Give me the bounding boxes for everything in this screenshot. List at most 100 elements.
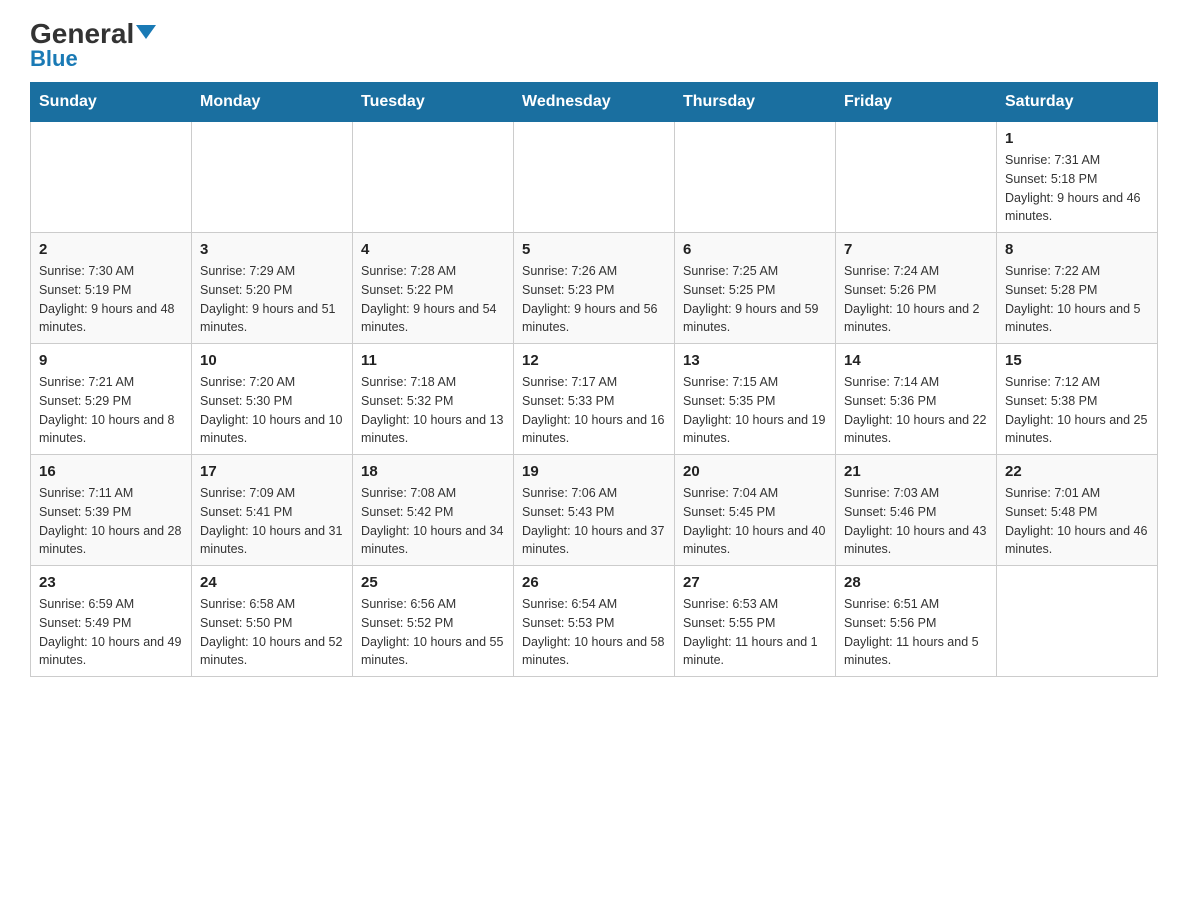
day-info-text: Sunrise: 7:25 AMSunset: 5:25 PMDaylight:… bbox=[683, 262, 827, 337]
day-info-text: Sunrise: 7:14 AMSunset: 5:36 PMDaylight:… bbox=[844, 373, 988, 448]
calendar-cell bbox=[514, 122, 675, 233]
day-info-text: Sunrise: 7:18 AMSunset: 5:32 PMDaylight:… bbox=[361, 373, 505, 448]
calendar-cell: 12 Sunrise: 7:17 AMSunset: 5:33 PMDayligh… bbox=[514, 344, 675, 455]
day-number: 15 bbox=[1005, 352, 1149, 369]
day-number: 22 bbox=[1005, 463, 1149, 480]
calendar-cell: 23 Sunrise: 6:59 AMSunset: 5:49 PMDayligh… bbox=[31, 566, 192, 677]
calendar-cell: 14 Sunrise: 7:14 AMSunset: 5:36 PMDayligh… bbox=[836, 344, 997, 455]
day-number: 28 bbox=[844, 574, 988, 591]
logo-general-text: General bbox=[30, 20, 156, 48]
day-number: 2 bbox=[39, 241, 183, 258]
calendar-cell bbox=[836, 122, 997, 233]
day-info-text: Sunrise: 7:24 AMSunset: 5:26 PMDaylight:… bbox=[844, 262, 988, 337]
logo: General Blue bbox=[30, 20, 156, 72]
day-info-text: Sunrise: 7:01 AMSunset: 5:48 PMDaylight:… bbox=[1005, 484, 1149, 559]
col-header-monday: Monday bbox=[192, 83, 353, 122]
day-number: 7 bbox=[844, 241, 988, 258]
day-number: 24 bbox=[200, 574, 344, 591]
day-number: 4 bbox=[361, 241, 505, 258]
calendar-cell: 22 Sunrise: 7:01 AMSunset: 5:48 PMDayligh… bbox=[997, 455, 1158, 566]
day-info-text: Sunrise: 6:58 AMSunset: 5:50 PMDaylight:… bbox=[200, 595, 344, 670]
day-info-text: Sunrise: 7:21 AMSunset: 5:29 PMDaylight:… bbox=[39, 373, 183, 448]
page-header: General Blue bbox=[30, 20, 1158, 72]
day-number: 19 bbox=[522, 463, 666, 480]
calendar-cell: 28 Sunrise: 6:51 AMSunset: 5:56 PMDayligh… bbox=[836, 566, 997, 677]
calendar-cell: 7 Sunrise: 7:24 AMSunset: 5:26 PMDaylight… bbox=[836, 233, 997, 344]
col-header-friday: Friday bbox=[836, 83, 997, 122]
day-number: 21 bbox=[844, 463, 988, 480]
logo-blue-text: Blue bbox=[30, 46, 78, 72]
calendar-cell: 10Sunrise: 7:20 AMSunset: 5:30 PMDayligh… bbox=[192, 344, 353, 455]
calendar-cell bbox=[353, 122, 514, 233]
logo-triangle-icon bbox=[136, 25, 156, 39]
day-number: 11 bbox=[361, 352, 505, 369]
day-info-text: Sunrise: 6:54 AMSunset: 5:53 PMDaylight:… bbox=[522, 595, 666, 670]
day-info-text: Sunrise: 6:53 AMSunset: 5:55 PMDaylight:… bbox=[683, 595, 827, 670]
col-header-wednesday: Wednesday bbox=[514, 83, 675, 122]
calendar-cell: 25 Sunrise: 6:56 AMSunset: 5:52 PMDayligh… bbox=[353, 566, 514, 677]
day-number: 9 bbox=[39, 352, 183, 369]
col-header-sunday: Sunday bbox=[31, 83, 192, 122]
calendar-cell bbox=[997, 566, 1158, 677]
calendar-header-row: SundayMondayTuesdayWednesdayThursdayFrid… bbox=[31, 83, 1158, 122]
calendar-cell: 20Sunrise: 7:04 AMSunset: 5:45 PMDayligh… bbox=[675, 455, 836, 566]
col-header-tuesday: Tuesday bbox=[353, 83, 514, 122]
day-number: 17 bbox=[200, 463, 344, 480]
day-info-text: Sunrise: 7:08 AMSunset: 5:42 PMDaylight:… bbox=[361, 484, 505, 559]
calendar-cell: 18 Sunrise: 7:08 AMSunset: 5:42 PMDayligh… bbox=[353, 455, 514, 566]
day-info-text: Sunrise: 7:03 AMSunset: 5:46 PMDaylight:… bbox=[844, 484, 988, 559]
day-info-text: Sunrise: 7:11 AMSunset: 5:39 PMDaylight:… bbox=[39, 484, 183, 559]
calendar-cell: 21 Sunrise: 7:03 AMSunset: 5:46 PMDayligh… bbox=[836, 455, 997, 566]
day-info-text: Sunrise: 7:30 AMSunset: 5:19 PMDaylight:… bbox=[39, 262, 183, 337]
day-number: 23 bbox=[39, 574, 183, 591]
col-header-saturday: Saturday bbox=[997, 83, 1158, 122]
calendar-cell: 2 Sunrise: 7:30 AMSunset: 5:19 PMDaylight… bbox=[31, 233, 192, 344]
calendar-cell: 19 Sunrise: 7:06 AMSunset: 5:43 PMDayligh… bbox=[514, 455, 675, 566]
day-number: 8 bbox=[1005, 241, 1149, 258]
calendar-week-row: 9 Sunrise: 7:21 AMSunset: 5:29 PMDaylight… bbox=[31, 344, 1158, 455]
calendar-week-row: 2 Sunrise: 7:30 AMSunset: 5:19 PMDaylight… bbox=[31, 233, 1158, 344]
day-number: 14 bbox=[844, 352, 988, 369]
day-info-text: Sunrise: 7:15 AMSunset: 5:35 PMDaylight:… bbox=[683, 373, 827, 448]
day-info-text: Sunrise: 7:20 AMSunset: 5:30 PMDaylight:… bbox=[200, 373, 344, 448]
calendar-cell: 24 Sunrise: 6:58 AMSunset: 5:50 PMDayligh… bbox=[192, 566, 353, 677]
calendar-cell bbox=[675, 122, 836, 233]
day-info-text: Sunrise: 7:06 AMSunset: 5:43 PMDaylight:… bbox=[522, 484, 666, 559]
day-number: 25 bbox=[361, 574, 505, 591]
day-info-text: Sunrise: 7:31 AMSunset: 5:18 PMDaylight:… bbox=[1005, 151, 1149, 226]
calendar-cell: 11 Sunrise: 7:18 AMSunset: 5:32 PMDayligh… bbox=[353, 344, 514, 455]
calendar-cell: 16 Sunrise: 7:11 AMSunset: 5:39 PMDayligh… bbox=[31, 455, 192, 566]
calendar-cell: 3Sunrise: 7:29 AMSunset: 5:20 PMDaylight… bbox=[192, 233, 353, 344]
day-number: 16 bbox=[39, 463, 183, 480]
day-info-text: Sunrise: 7:12 AMSunset: 5:38 PMDaylight:… bbox=[1005, 373, 1149, 448]
calendar-cell bbox=[31, 122, 192, 233]
day-info-text: Sunrise: 7:28 AMSunset: 5:22 PMDaylight:… bbox=[361, 262, 505, 337]
calendar-cell: 9 Sunrise: 7:21 AMSunset: 5:29 PMDaylight… bbox=[31, 344, 192, 455]
day-info-text: Sunrise: 6:56 AMSunset: 5:52 PMDaylight:… bbox=[361, 595, 505, 670]
calendar-week-row: 1 Sunrise: 7:31 AMSunset: 5:18 PMDaylight… bbox=[31, 122, 1158, 233]
day-number: 5 bbox=[522, 241, 666, 258]
day-number: 1 bbox=[1005, 130, 1149, 147]
calendar-week-row: 16 Sunrise: 7:11 AMSunset: 5:39 PMDayligh… bbox=[31, 455, 1158, 566]
day-number: 27 bbox=[683, 574, 827, 591]
calendar-cell: 13 Sunrise: 7:15 AMSunset: 5:35 PMDayligh… bbox=[675, 344, 836, 455]
day-info-text: Sunrise: 7:17 AMSunset: 5:33 PMDaylight:… bbox=[522, 373, 666, 448]
calendar-cell: 15 Sunrise: 7:12 AMSunset: 5:38 PMDayligh… bbox=[997, 344, 1158, 455]
day-number: 26 bbox=[522, 574, 666, 591]
calendar-cell: 17 Sunrise: 7:09 AMSunset: 5:41 PMDayligh… bbox=[192, 455, 353, 566]
day-info-text: Sunrise: 6:59 AMSunset: 5:49 PMDaylight:… bbox=[39, 595, 183, 670]
day-number: 12 bbox=[522, 352, 666, 369]
day-info-text: Sunrise: 7:04 AMSunset: 5:45 PMDaylight:… bbox=[683, 484, 827, 559]
day-number: 18 bbox=[361, 463, 505, 480]
calendar-cell bbox=[192, 122, 353, 233]
calendar-cell: 1 Sunrise: 7:31 AMSunset: 5:18 PMDaylight… bbox=[997, 122, 1158, 233]
day-info-text: Sunrise: 6:51 AMSunset: 5:56 PMDaylight:… bbox=[844, 595, 988, 670]
day-info-text: Sunrise: 7:29 AMSunset: 5:20 PMDaylight:… bbox=[200, 262, 344, 337]
calendar-table: SundayMondayTuesdayWednesdayThursdayFrid… bbox=[30, 82, 1158, 677]
calendar-cell: 26 Sunrise: 6:54 AMSunset: 5:53 PMDayligh… bbox=[514, 566, 675, 677]
calendar-cell: 4 Sunrise: 7:28 AMSunset: 5:22 PMDaylight… bbox=[353, 233, 514, 344]
calendar-week-row: 23 Sunrise: 6:59 AMSunset: 5:49 PMDayligh… bbox=[31, 566, 1158, 677]
day-number: 13 bbox=[683, 352, 827, 369]
day-info-text: Sunrise: 7:09 AMSunset: 5:41 PMDaylight:… bbox=[200, 484, 344, 559]
day-info-text: Sunrise: 7:22 AMSunset: 5:28 PMDaylight:… bbox=[1005, 262, 1149, 337]
